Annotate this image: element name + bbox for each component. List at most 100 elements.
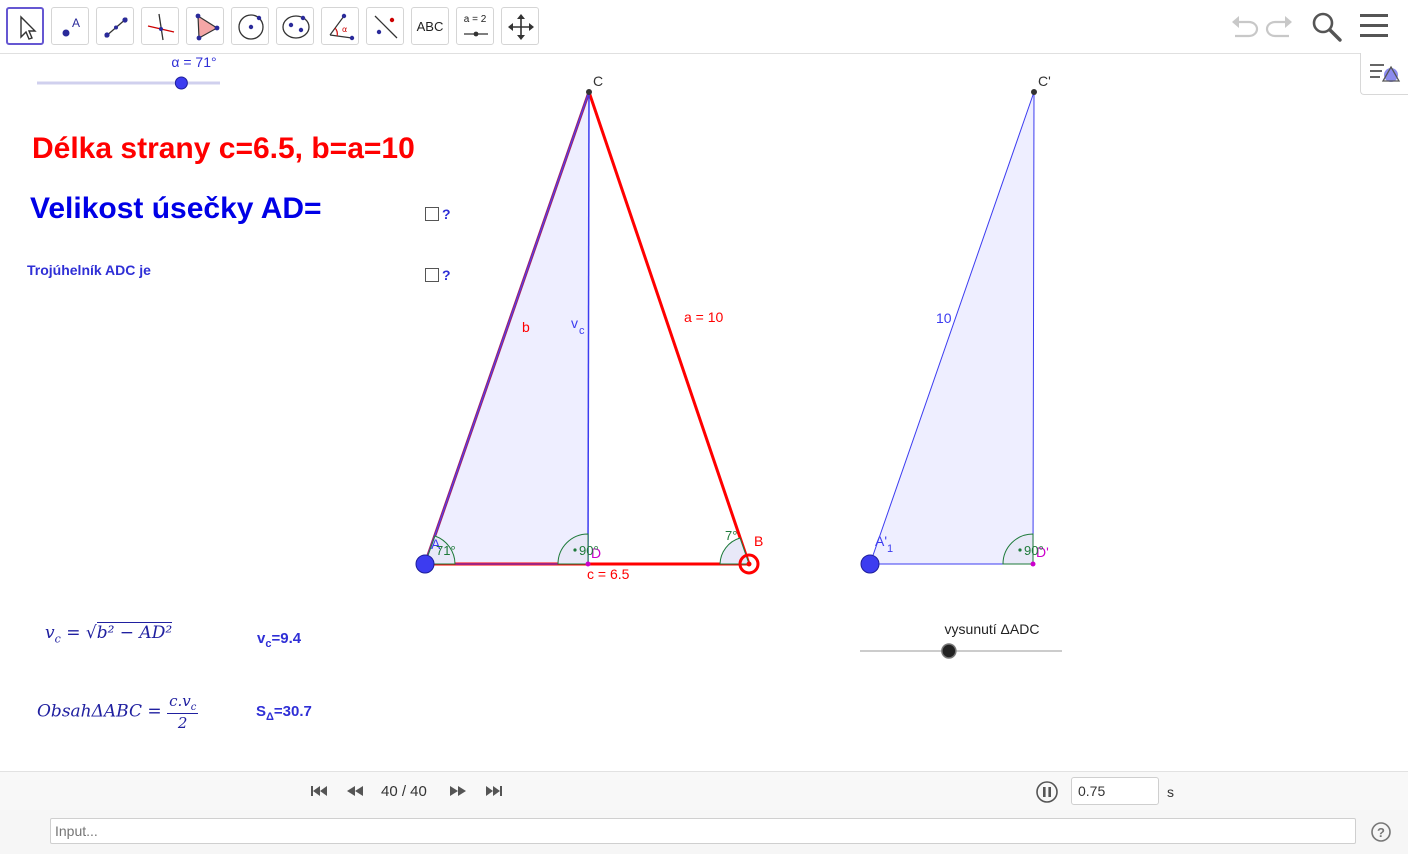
help-icon[interactable]: ?: [1370, 821, 1392, 843]
formula-vc-root: b² − AD²: [96, 622, 173, 643]
text-tool-label: ABC: [416, 18, 444, 34]
formula-area-den: 2: [177, 714, 188, 732]
label-c-prime: C': [1038, 73, 1051, 89]
point-a[interactable]: [415, 554, 435, 574]
label-a-prime-sub: 1: [887, 543, 893, 555]
move-graphics-view-tool[interactable]: [501, 7, 539, 45]
svg-text:A: A: [72, 16, 80, 30]
value-area: SΔ=30.7: [256, 703, 312, 723]
formula-vc-lhs: v: [45, 623, 55, 643]
animation-speed-unit: s: [1167, 784, 1174, 800]
angle-icon: α: [329, 13, 355, 41]
svg-text:α: α: [342, 25, 347, 34]
animation-speed-input[interactable]: 0.75: [1071, 777, 1159, 805]
next-frame-icon[interactable]: [449, 784, 467, 798]
triangle-adc-text: Trojúhelník ADC je: [27, 262, 151, 278]
point-d-prime[interactable]: [1030, 561, 1036, 567]
animation-bar: 40 / 40 0.75 s: [0, 771, 1408, 811]
title-side-lengths: Délka strany c=6.5, b=a=10: [32, 132, 415, 165]
height-vc[interactable]: [587, 91, 590, 565]
checkbox-triangle-label: ?: [442, 267, 451, 283]
label-angle-b: 7°: [725, 528, 737, 543]
conic-tool[interactable]: [276, 7, 314, 45]
point-b-center: [746, 561, 752, 567]
circle-icon: [238, 14, 264, 40]
label-vc-sub: c: [579, 325, 585, 337]
perpendicular-line-tool[interactable]: [141, 7, 179, 45]
label-vc: v: [571, 315, 578, 331]
point-icon: A: [62, 16, 80, 37]
formula-vc: vc = √b² − AD²: [45, 622, 173, 646]
polygon-icon: [195, 13, 220, 41]
ellipse-icon: [282, 15, 310, 39]
alpha-slider-handle[interactable]: [174, 76, 188, 90]
label-angle-d: 90°: [579, 543, 599, 558]
move-arrows-icon: [508, 14, 534, 40]
right-angle-dot: [573, 548, 577, 552]
value-area-sub: Δ: [266, 711, 274, 723]
toolbar: A α ABC a = 2: [0, 0, 1408, 54]
search-icon[interactable]: [1311, 11, 1343, 43]
point-c-prime[interactable]: [1031, 89, 1037, 95]
slider-icon: [464, 31, 488, 37]
label-angle-d2: 90°: [1024, 543, 1044, 558]
checkbox-ad-box[interactable]: [425, 207, 439, 221]
frame-counter: 40 / 40: [381, 783, 427, 800]
label-side-a: a = 10: [684, 309, 724, 325]
label-c: C: [593, 73, 603, 89]
formula-vc-lhs-sub: c: [54, 632, 61, 646]
circle-tool[interactable]: [231, 7, 269, 45]
input-bar: ?: [0, 810, 1408, 854]
shift-slider-handle[interactable]: [941, 643, 957, 659]
reflect-tool[interactable]: [366, 7, 404, 45]
previous-frame-icon[interactable]: [346, 784, 364, 798]
alpha-slider-label: α = 71°: [171, 54, 216, 70]
formula-area-num-sub: c: [190, 702, 197, 713]
label-ten: 10: [936, 310, 952, 326]
sqrt-icon: √: [85, 623, 97, 643]
formula-area-num: c.v: [169, 692, 191, 710]
value-area-label: S: [256, 703, 267, 720]
pause-icon[interactable]: [1035, 780, 1059, 804]
first-frame-icon[interactable]: [310, 784, 328, 798]
checkbox-triangle[interactable]: ?: [425, 267, 451, 283]
label-b-point: B: [754, 533, 763, 549]
last-frame-icon[interactable]: [485, 784, 503, 798]
reflect-icon: [374, 15, 398, 39]
point-tool[interactable]: A: [51, 7, 89, 45]
value-vc-number: =9.4: [271, 630, 302, 647]
checkbox-ad[interactable]: ?: [425, 206, 451, 222]
undo-icon[interactable]: [1229, 10, 1259, 42]
value-vc: vc=9.4: [257, 630, 301, 650]
label-side-c: c = 6.5: [587, 566, 630, 582]
point-a-prime[interactable]: [860, 554, 880, 574]
svg-text:?: ?: [1377, 825, 1385, 840]
angle-tool[interactable]: α: [321, 7, 359, 45]
label-angle-a: 71°: [436, 543, 456, 558]
shift-slider[interactable]: vysunutí ΔADC: [860, 621, 1062, 659]
alpha-slider[interactable]: α = 71°: [37, 54, 220, 90]
algebra-input[interactable]: [50, 818, 1356, 844]
redo-icon[interactable]: [1265, 10, 1295, 42]
segment-icon: [104, 17, 128, 38]
shift-slider-label: vysunutí ΔADC: [945, 621, 1040, 637]
slider-tool[interactable]: a = 2: [456, 7, 494, 45]
checkbox-triangle-box[interactable]: [425, 268, 439, 282]
arrow-cursor-icon: [20, 15, 37, 40]
triangle-shifted[interactable]: [869, 91, 1035, 565]
label-a-prime: A': [875, 533, 887, 549]
checkbox-ad-label: ?: [442, 206, 451, 222]
formula-area-lhs: ObsahΔABC =: [37, 701, 162, 722]
move-tool[interactable]: [6, 7, 44, 45]
side-a[interactable]: [587, 91, 751, 565]
text-tool[interactable]: ABC: [411, 7, 449, 45]
formula-vc-eq: =: [66, 623, 81, 643]
point-c[interactable]: [586, 89, 592, 95]
right-angle-dot-2: [1018, 548, 1022, 552]
formula-area-fraction: c.vc 2: [167, 692, 199, 732]
formula-area: ObsahΔABC = c.vc 2: [37, 692, 199, 732]
segment-tool[interactable]: [96, 7, 134, 45]
perpendicular-icon: [147, 13, 175, 41]
polygon-tool[interactable]: [186, 7, 224, 45]
menu-icon[interactable]: [1359, 13, 1389, 41]
